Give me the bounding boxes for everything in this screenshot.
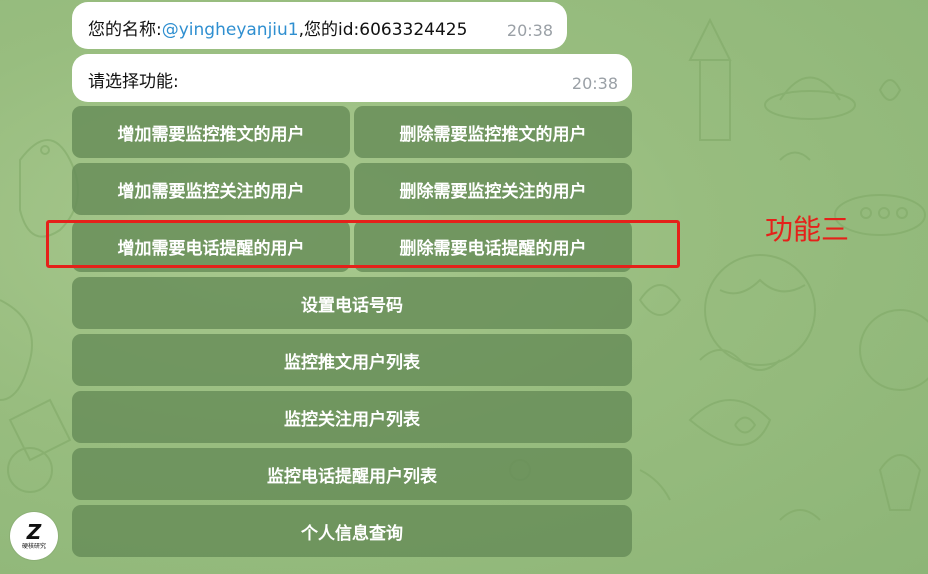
remove-monitored-follow-user-button[interactable]: 删除需要监控关注的用户: [354, 163, 632, 215]
message-bubble-user-info: 您的名称:@yingheyanjiu1,您的id:6063324425 20:3…: [72, 2, 567, 49]
add-monitored-follow-user-button[interactable]: 增加需要监控关注的用户: [72, 163, 350, 215]
phone-alert-user-list-button[interactable]: 监控电话提醒用户列表: [72, 448, 632, 500]
bot-avatar[interactable]: Z 硬核研究: [10, 512, 58, 560]
follow-monitor-user-list-button[interactable]: 监控关注用户列表: [72, 391, 632, 443]
username-mention-link[interactable]: @yingheyanjiu1: [162, 20, 299, 40]
prompt-text: 请选择功能:: [88, 72, 179, 92]
add-monitored-tweet-user-button[interactable]: 增加需要监控推文的用户: [72, 106, 350, 158]
remove-monitored-tweet-user-button[interactable]: 删除需要监控推文的用户: [354, 106, 632, 158]
annotation-label: 功能三: [765, 213, 850, 246]
user-info-text: 您的名称:@yingheyanjiu1,您的id:6063324425: [88, 15, 467, 40]
tweet-monitor-user-list-button[interactable]: 监控推文用户列表: [72, 334, 632, 386]
user-id-text: ,您的id:6063324425: [298, 20, 468, 40]
message-bubble-prompt: 请选择功能: 20:38: [72, 54, 632, 102]
set-phone-number-button[interactable]: 设置电话号码: [72, 277, 632, 329]
personal-info-query-button[interactable]: 个人信息查询: [72, 505, 632, 557]
annotation-highlight-box: [46, 220, 680, 268]
message-timestamp: 20:38: [571, 74, 618, 93]
avatar-logo-mark: Z: [26, 519, 42, 544]
message-timestamp: 20:38: [506, 21, 553, 40]
avatar-logo-name: 硬核研究: [21, 542, 46, 550]
name-label: 您的名称:: [88, 20, 162, 40]
